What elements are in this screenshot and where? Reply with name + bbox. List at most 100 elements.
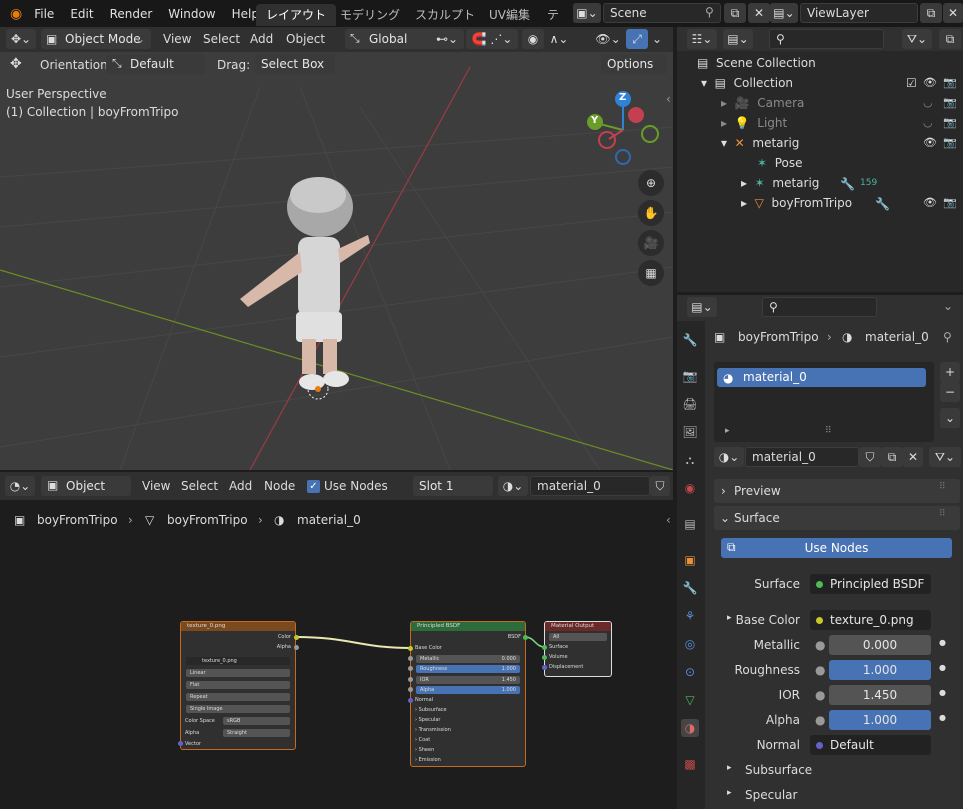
fake-user-shield-icon[interactable]: ⛉ — [859, 447, 881, 467]
vp-menu-add[interactable]: Add — [250, 32, 273, 46]
material-output-node[interactable]: Material Output All Surface Volume Displ… — [544, 621, 612, 677]
object-tab-icon[interactable]: ▣ — [681, 551, 699, 569]
gizmo-dropdown-icon[interactable]: ⌄ — [648, 29, 666, 49]
output-volume-socket[interactable] — [542, 655, 547, 660]
tool-tab-icon[interactable]: 🔧 — [681, 331, 699, 349]
vp-menu-object[interactable]: Object — [286, 32, 325, 46]
gizmo-toggle-icon[interactable]: ⤢ — [626, 29, 648, 49]
list-expand-icon[interactable]: ▸ — [725, 426, 730, 436]
drag-handle-icon[interactable]: ⠿ — [939, 509, 946, 519]
drag-dropdown[interactable]: Select Box — [255, 54, 335, 74]
data-tab-icon[interactable]: ▽ — [681, 691, 699, 709]
outliner[interactable]: ☷⌄ ▤⌄ ⚲ ⛛⌄ ⧉ ▤ Scene Collection ▾ ▤ Coll… — [677, 27, 963, 292]
render-camera-icon[interactable]: 📷 — [943, 96, 957, 109]
expand-right-icon[interactable]: ▸ — [727, 763, 732, 773]
bsdf-roughness-field[interactable]: Roughness 1.000 — [416, 665, 520, 673]
properties-search-input[interactable]: ⚲ — [762, 297, 877, 317]
properties-editor[interactable]: ▤⌄ ⚲ ⌄ ▣ boyFromTripo › ◑ material_0 ⚲ m… — [677, 295, 963, 809]
texture-color-socket[interactable] — [294, 635, 299, 640]
particles-tab-icon[interactable]: ⚘ — [681, 607, 699, 625]
props-material-field[interactable]: material_0 — [745, 447, 859, 467]
perspective-grid-icon[interactable]: ▦ — [638, 260, 664, 286]
camera-view-icon[interactable]: 🎥 — [638, 230, 664, 256]
add-slot-icon[interactable]: + — [940, 362, 960, 382]
bsdf-panel-sheen[interactable]: › Sheen — [415, 747, 521, 754]
new-collection-icon[interactable]: ⧉ — [939, 29, 961, 49]
collection-row[interactable]: ▾ ▤ Collection — [701, 73, 793, 93]
view-layer-field[interactable]: ViewLayer — [800, 3, 918, 23]
texture-cs-dropdown[interactable]: sRGB — [223, 717, 290, 725]
specular-panel[interactable]: Specular — [745, 788, 797, 802]
principled-bsdf-node[interactable]: Principled BSDF BSDF Base Color Metallic… — [410, 621, 526, 767]
pin-icon[interactable]: ⚲ — [705, 5, 714, 19]
collection-exclude-checkbox[interactable]: ☑ — [906, 76, 917, 90]
bsdf-out-socket[interactable] — [523, 635, 528, 640]
normal-field[interactable]: Default — [810, 735, 931, 755]
eye-icon[interactable]: 👁 — [923, 196, 937, 209]
display-mode-icon[interactable]: ▤⌄ — [723, 29, 753, 49]
keyframe-dot-icon[interactable]: ● — [939, 663, 946, 672]
filter-icon[interactable]: ⛛⌄ — [902, 29, 932, 49]
bsdf-alpha-field[interactable]: Alpha 1.000 — [416, 686, 520, 694]
sidebar-toggle-icon[interactable]: ‹ — [666, 92, 671, 106]
eye-icon[interactable]: 👁 — [923, 136, 937, 149]
new-scene-icon[interactable]: ⧉ — [724, 3, 746, 23]
bsdf-ior-socket[interactable] — [408, 677, 413, 682]
vp-menu-view[interactable]: View — [163, 32, 191, 46]
pivot-icon[interactable]: ⊷⌄ — [430, 29, 464, 49]
ior-field[interactable]: 1.450 — [829, 685, 931, 705]
texture-tab-icon[interactable]: ▩ — [681, 755, 699, 773]
properties-type-icon[interactable]: ▤⌄ — [687, 297, 717, 317]
texture-vector-socket[interactable] — [178, 741, 183, 746]
keyframe-dot-icon[interactable]: ● — [939, 638, 946, 647]
pin-icon[interactable]: ⚲ — [943, 330, 952, 344]
unlink-material-icon[interactable]: ✕ — [903, 447, 923, 467]
material-browse-icon[interactable]: ◑⌄ — [714, 447, 744, 467]
use-nodes-button[interactable]: Use Nodes — [721, 538, 952, 558]
gizmo-y-label[interactable]: Y — [591, 115, 598, 126]
options-dropdown[interactable]: Options — [601, 54, 667, 74]
bsdf-panel-subsurface[interactable]: › Subsurface — [415, 707, 521, 714]
tab-more[interactable]: テ — [537, 4, 569, 26]
bsdf-panel-emission[interactable]: › Emission — [415, 757, 521, 764]
bsdf-panel-transmission[interactable]: › Transmission — [415, 727, 521, 734]
texture-alpha-dropdown[interactable]: Straight — [223, 729, 290, 737]
alpha-field[interactable]: 1.000 — [829, 710, 931, 730]
bsdf-base-color-socket[interactable] — [408, 646, 413, 651]
move-tool-icon[interactable]: ✥ — [10, 56, 22, 72]
texture-ext-dropdown[interactable]: Repeat — [186, 693, 290, 701]
scene-tab-icon[interactable]: ⛬ — [681, 451, 699, 469]
slot-menu-chevron-icon[interactable]: ⌄ — [940, 408, 960, 428]
gizmo-z-label[interactable]: Z — [619, 92, 626, 103]
render-camera-icon[interactable]: 📷 — [943, 116, 957, 129]
bsdf-ior-field[interactable]: IOR 1.450 — [416, 676, 520, 684]
remove-slot-icon[interactable]: − — [940, 382, 960, 402]
roughness-field[interactable]: 1.000 — [829, 660, 931, 680]
proportional-edit-icon[interactable]: ◉ — [522, 29, 544, 49]
physics-tab-icon[interactable]: ◎ — [681, 635, 699, 653]
boyfromtripo-row[interactable]: ▸ ▽ boyFromTripo — [741, 193, 852, 213]
constraints-tab-icon[interactable]: ⊙ — [681, 663, 699, 681]
material-slot-item[interactable]: material_0 — [717, 368, 926, 387]
vp-menu-select[interactable]: Select — [203, 32, 240, 46]
properties-options-chevron-icon[interactable]: ⌄ — [943, 299, 953, 313]
tab-layout[interactable]: レイアウト — [256, 4, 337, 26]
editor-type-icon[interactable]: ✥⌄ — [6, 29, 36, 49]
output-target-dropdown[interactable]: All — [549, 633, 607, 641]
3d-viewport[interactable]: Z Y ✥⌄ Object Mode ▣ ⌄ View Select Add O… — [0, 27, 673, 470]
outliner-search-input[interactable]: ⚲ — [769, 29, 884, 49]
pan-hand-icon[interactable]: ✋ — [638, 200, 664, 226]
bsdf-panel-specular[interactable]: › Specular — [415, 717, 521, 724]
bsdf-alpha-socket[interactable] — [408, 687, 413, 692]
keyframe-dot-icon[interactable]: ● — [939, 713, 946, 722]
menu-window[interactable]: Window — [160, 7, 223, 21]
delete-scene-icon[interactable]: ✕ — [748, 3, 770, 23]
menu-file[interactable]: File — [26, 7, 62, 21]
texture-image-field[interactable]: texture_0.png — [186, 657, 290, 665]
texture-interp-dropdown[interactable]: Linear — [186, 669, 290, 677]
keyframe-dot-icon[interactable]: ● — [939, 688, 946, 697]
tab-modeling[interactable]: モデリング — [330, 4, 410, 26]
shader-editor[interactable]: ◔⌄ Object ▣ View Select Add Node ✓ Use N… — [0, 472, 673, 809]
metallic-field[interactable]: 0.000 — [829, 635, 931, 655]
link-type-icon[interactable]: ⛛⌄ — [929, 447, 961, 467]
